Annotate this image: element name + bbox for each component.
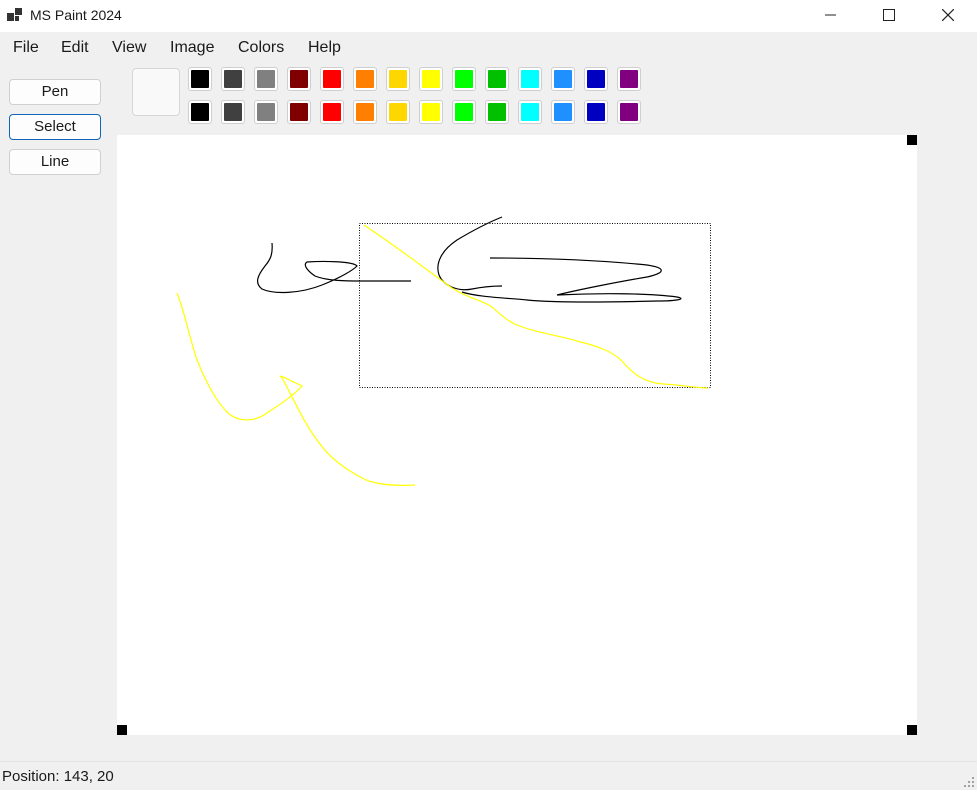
menu-image[interactable]: Image bbox=[170, 39, 214, 57]
position-readout: Position: 143, 20 bbox=[2, 768, 114, 785]
color-swatch[interactable] bbox=[353, 67, 377, 91]
resize-handle-bottom-left[interactable] bbox=[117, 725, 127, 735]
close-button[interactable] bbox=[925, 0, 971, 30]
color-swatch[interactable] bbox=[221, 100, 245, 124]
menu-bar: File Edit View Image Colors Help bbox=[0, 33, 977, 63]
select-tool-button[interactable]: Select bbox=[9, 114, 101, 140]
color-swatch[interactable] bbox=[386, 67, 410, 91]
color-swatch[interactable] bbox=[452, 67, 476, 91]
color-swatch[interactable] bbox=[419, 100, 443, 124]
pen-tool-button[interactable]: Pen bbox=[9, 79, 101, 105]
app-icon bbox=[7, 8, 22, 21]
menu-colors[interactable]: Colors bbox=[238, 39, 284, 57]
color-swatch[interactable] bbox=[188, 100, 212, 124]
minimize-button[interactable] bbox=[808, 0, 854, 30]
color-swatch[interactable] bbox=[188, 67, 212, 91]
color-swatch[interactable] bbox=[254, 67, 278, 91]
title-bar: MS Paint 2024 bbox=[0, 0, 977, 32]
black-stroke-1 bbox=[256, 242, 411, 294]
current-color-box bbox=[132, 68, 180, 116]
color-swatch[interactable] bbox=[518, 100, 542, 124]
menu-help[interactable]: Help bbox=[308, 39, 341, 57]
color-swatch[interactable] bbox=[584, 100, 608, 124]
black-stroke-2 bbox=[437, 216, 503, 291]
menu-view[interactable]: View bbox=[112, 39, 146, 57]
close-icon bbox=[942, 9, 954, 21]
yellow-stroke-1 bbox=[176, 292, 416, 486]
resize-grip-icon[interactable] bbox=[963, 776, 975, 788]
color-swatch[interactable] bbox=[320, 67, 344, 91]
resize-handle-top-right[interactable] bbox=[907, 135, 917, 145]
resize-handle-bottom-right[interactable] bbox=[907, 725, 917, 735]
black-stroke-3 bbox=[461, 257, 682, 303]
yellow-stroke-2 bbox=[363, 224, 709, 389]
color-swatch[interactable] bbox=[287, 100, 311, 124]
color-swatch[interactable] bbox=[452, 100, 476, 124]
menu-edit[interactable]: Edit bbox=[61, 39, 89, 57]
color-swatch[interactable] bbox=[584, 67, 608, 91]
color-swatch[interactable] bbox=[485, 67, 509, 91]
color-swatch[interactable] bbox=[617, 100, 641, 124]
color-swatch[interactable] bbox=[518, 67, 542, 91]
color-swatch[interactable] bbox=[254, 100, 278, 124]
color-swatch[interactable] bbox=[485, 100, 509, 124]
line-tool-button[interactable]: Line bbox=[9, 149, 101, 175]
color-swatch[interactable] bbox=[551, 67, 575, 91]
color-swatch[interactable] bbox=[551, 100, 575, 124]
maximize-button[interactable] bbox=[866, 0, 912, 30]
selection-rectangle[interactable] bbox=[359, 223, 711, 388]
color-swatch[interactable] bbox=[320, 100, 344, 124]
window-title: MS Paint 2024 bbox=[30, 7, 122, 23]
minimize-icon bbox=[825, 14, 836, 16]
canvas-drawing bbox=[176, 216, 711, 486]
drawing-canvas[interactable] bbox=[117, 135, 917, 735]
color-swatch[interactable] bbox=[353, 100, 377, 124]
maximize-icon bbox=[883, 9, 895, 21]
color-swatch[interactable] bbox=[617, 67, 641, 91]
color-swatch[interactable] bbox=[221, 67, 245, 91]
menu-file[interactable]: File bbox=[13, 39, 39, 57]
color-swatch[interactable] bbox=[419, 67, 443, 91]
color-swatch[interactable] bbox=[287, 67, 311, 91]
color-swatch[interactable] bbox=[386, 100, 410, 124]
status-bar: Position: 143, 20 bbox=[0, 761, 977, 790]
